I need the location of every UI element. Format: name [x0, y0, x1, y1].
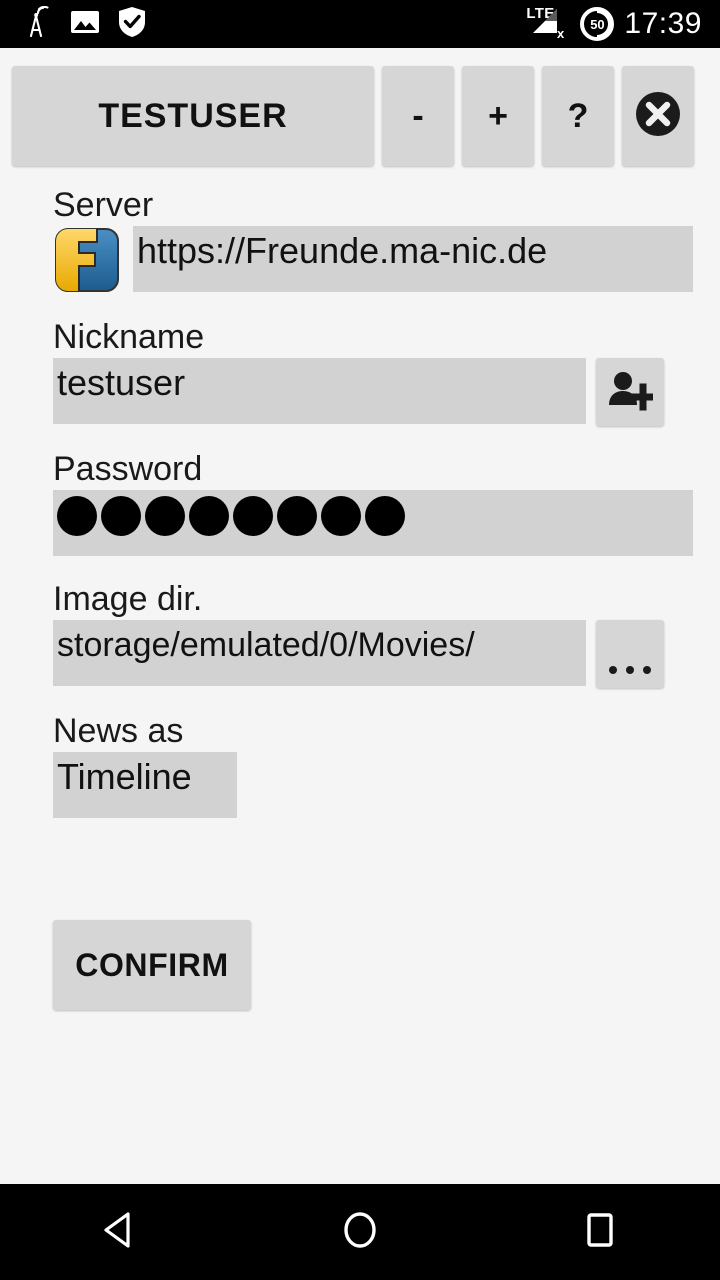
add-user-icon — [607, 369, 657, 416]
status-bar: LTE x 50 17:39 — [0, 0, 720, 48]
password-dot — [189, 496, 229, 536]
battery-level-label: 50 — [590, 16, 605, 32]
android-navigation-bar — [0, 1184, 720, 1280]
account-button[interactable]: TESTUSER — [12, 66, 374, 166]
ellipsis-icon — [609, 620, 651, 688]
image-icon — [70, 7, 100, 42]
image-dir-label: Image dir. — [53, 580, 203, 618]
news-as-field-group: News as Timeline — [0, 710, 720, 818]
password-dot — [277, 496, 317, 536]
nickname-row: testuser — [53, 358, 720, 426]
confirm-button[interactable]: CONFIRM — [53, 920, 251, 1010]
nickname-label: Nickname — [53, 318, 205, 356]
nickname-field-group: Nickname testuser — [0, 316, 720, 426]
back-triangle-icon — [97, 1207, 143, 1258]
close-button[interactable] — [622, 66, 694, 166]
friendica-logo-icon — [53, 226, 121, 294]
shield-check-icon — [118, 6, 146, 43]
nickname-input[interactable]: testuser — [53, 358, 586, 424]
image-dir-row: storage/emulated/0/Movies/ — [53, 620, 720, 688]
password-dot — [321, 496, 361, 536]
help-button[interactable]: ? — [542, 66, 614, 166]
image-dir-input[interactable]: storage/emulated/0/Movies/ — [53, 620, 586, 686]
image-dir-field-group: Image dir. storage/emulated/0/Movies/ — [0, 578, 720, 688]
password-dot — [101, 496, 141, 536]
increase-button[interactable]: + — [462, 66, 534, 166]
password-input[interactable] — [53, 490, 693, 556]
toolbar: TESTUSER - + ? — [12, 66, 708, 166]
news-as-select[interactable]: Timeline — [53, 752, 237, 818]
news-as-label: News as — [53, 712, 184, 750]
password-dot — [145, 496, 185, 536]
recents-square-icon — [577, 1207, 623, 1258]
status-bar-left-icons — [22, 5, 146, 43]
password-masked-value — [57, 494, 693, 536]
password-dot — [233, 496, 273, 536]
broadcast-antenna-icon — [22, 5, 52, 43]
server-field-group: Server https://Freunde.ma-nic.de — [0, 184, 720, 294]
password-dot — [365, 496, 405, 536]
server-input[interactable]: https://Freunde.ma-nic.de — [133, 226, 693, 292]
status-bar-right-icons: LTE x 50 17:39 — [526, 5, 702, 41]
recents-button[interactable] — [540, 1184, 660, 1280]
account-form: Server https://Freunde.ma-nic.de Nicknam… — [0, 180, 720, 818]
password-dot — [57, 496, 97, 536]
add-user-button[interactable] — [596, 358, 664, 426]
server-label: Server — [53, 186, 154, 224]
home-circle-icon — [337, 1207, 383, 1258]
password-label: Password — [53, 450, 203, 488]
server-row: https://Freunde.ma-nic.de — [53, 226, 720, 294]
close-circle-icon — [633, 89, 683, 144]
app-screen: LTE x 50 17:39 TESTUSER - + ? Server htt… — [0, 0, 720, 1280]
clock-label: 17:39 — [624, 7, 702, 40]
lte-signal-icon: LTE x — [526, 5, 570, 41]
decrease-button[interactable]: - — [382, 66, 454, 166]
password-field-group: Password — [0, 448, 720, 556]
browse-button[interactable] — [596, 620, 664, 688]
back-button[interactable] — [60, 1184, 180, 1280]
battery-icon: 50 — [580, 7, 615, 41]
svg-text:x: x — [557, 26, 565, 41]
home-button[interactable] — [300, 1184, 420, 1280]
